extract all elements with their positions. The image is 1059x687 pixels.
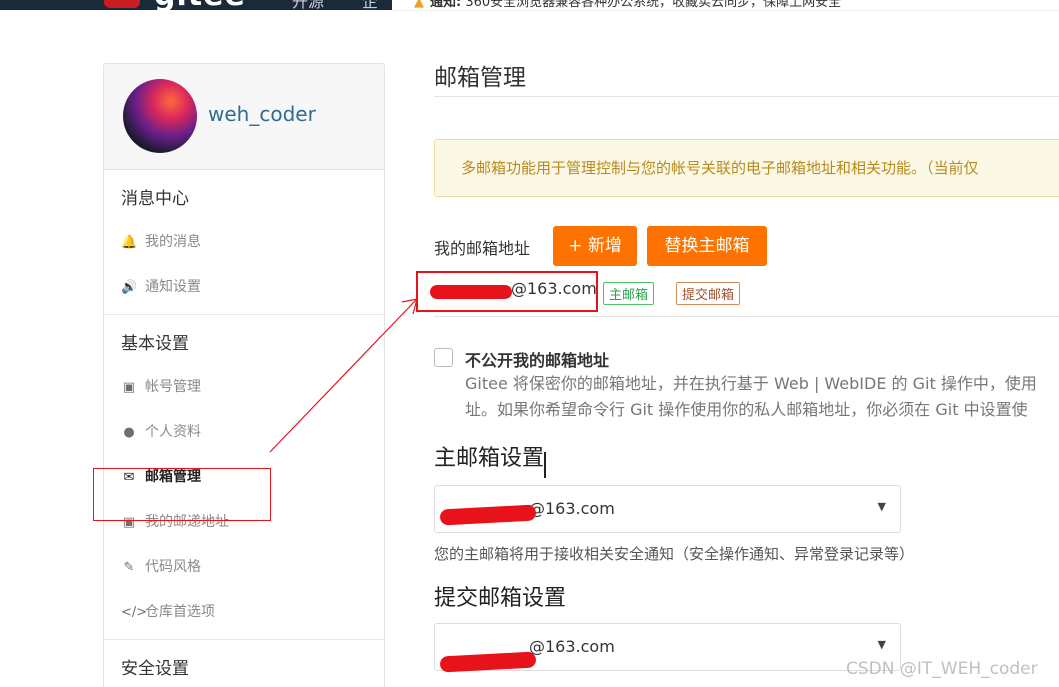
add-email-button[interactable]: + 新增 bbox=[553, 226, 637, 266]
commit-email-badge: 提交邮箱 bbox=[676, 282, 741, 305]
notice-text: 360安全浏览器兼容各种办公系统，收藏实云同步，保障上网安全 bbox=[465, 0, 842, 10]
chevron-down-icon: ▼ bbox=[877, 638, 886, 651]
chevron-down-icon: ▼ bbox=[877, 500, 886, 513]
replace-primary-email-button[interactable]: 替换主邮箱 bbox=[647, 226, 767, 266]
sidebar-item-label: 个人资料 bbox=[145, 424, 201, 440]
notice-label: 通知: bbox=[430, 0, 462, 10]
annotation-arrow-icon bbox=[269, 298, 418, 453]
nav-item-open-source[interactable]: 开源 bbox=[292, 0, 324, 10]
primary-email-value: @163.com bbox=[529, 499, 615, 518]
paintbrush-icon: ✎ bbox=[123, 560, 135, 575]
code-icon: </> bbox=[121, 605, 148, 620]
sidebar-item-label: 仓库首选项 bbox=[145, 604, 215, 620]
text-cursor-icon bbox=[544, 452, 546, 478]
highlight-box-sidebar bbox=[93, 468, 271, 521]
user-icon: ● bbox=[123, 425, 135, 440]
watermark: CSDN @IT_WEH_coder bbox=[846, 659, 1038, 679]
top-bar: gitee 开源 企 ▲ 通知: 360安全浏览器兼容各种办公系统，收藏实云同步，… bbox=[0, 0, 1059, 28]
section-title: 安全设置 bbox=[121, 659, 189, 679]
description-line: Gitee 将保密你的邮箱地址，并在执行基于 Web | WebIDE 的 Gi… bbox=[465, 374, 1037, 393]
divider bbox=[434, 316, 1059, 317]
site-header: gitee 开源 企 bbox=[0, 0, 392, 10]
sidebar-item-label: 帐号管理 bbox=[145, 379, 201, 395]
section-title: 消息中心 bbox=[121, 189, 189, 209]
sidebar-item-label: 我的消息 bbox=[145, 234, 201, 250]
primary-email-badge: 主邮箱 bbox=[603, 282, 655, 305]
section-security-settings: 安全设置 bbox=[104, 640, 384, 687]
page: gitee 开源 企 ▲ 通知: 360安全浏览器兼容各种办公系统，收藏实云同步，… bbox=[0, 0, 1059, 687]
logo-text[interactable]: gitee bbox=[154, 0, 246, 10]
sidebar-item-my-messages[interactable]: 🔔 我的消息 bbox=[104, 220, 384, 265]
page-title: 邮箱管理 bbox=[434, 60, 1059, 97]
private-email-option: 不公开我的邮箱地址 Gitee 将保密你的邮箱地址，并在执行基于 Web | W… bbox=[434, 347, 1059, 431]
description-line: 址。如果你希望命令行 Git 操作使用你的私人邮箱地址，你必须在 Git 中设置… bbox=[465, 400, 1028, 419]
sidebar-item-label: 通知设置 bbox=[145, 279, 201, 295]
username[interactable]: weh_coder bbox=[208, 102, 316, 126]
gitee-logo-icon[interactable] bbox=[104, 0, 140, 8]
sidebar-item-label: 代码风格 bbox=[145, 559, 201, 575]
avatar[interactable] bbox=[123, 79, 197, 153]
private-email-title[interactable]: 不公开我的邮箱地址 bbox=[465, 347, 609, 371]
browser-notice-bar: ▲ 通知: 360安全浏览器兼容各种办公系统，收藏实云同步，保障上网安全 bbox=[392, 0, 1059, 11]
bell-icon: 🔔 bbox=[121, 235, 138, 250]
email-list-label: 我的邮箱地址 bbox=[434, 239, 531, 258]
sidebar-item-code-style[interactable]: ✎ 代码风格 bbox=[104, 545, 384, 590]
warning-icon: ▲ bbox=[414, 0, 424, 10]
primary-email-hint: 您的主邮箱将用于接收相关安全通知（安全操作通知、异常登录记录等） bbox=[434, 545, 915, 563]
primary-email-settings-title: 主邮箱设置 bbox=[434, 446, 545, 471]
nav-item-enterprise[interactable]: 企 bbox=[362, 0, 378, 10]
id-card-icon: ▣ bbox=[122, 380, 136, 395]
commit-email-settings-title: 提交邮箱设置 bbox=[434, 586, 567, 611]
volume-icon: 🔊 bbox=[121, 280, 138, 295]
profile-card: weh_coder bbox=[104, 64, 384, 170]
private-email-description: Gitee 将保密你的邮箱地址，并在执行基于 Web | WebIDE 的 Gi… bbox=[465, 371, 1059, 423]
sidebar-item-repo-preferences[interactable]: </>仓库首选项 bbox=[104, 590, 384, 635]
private-email-checkbox[interactable] bbox=[434, 348, 453, 367]
commit-email-value: @163.com bbox=[529, 637, 615, 656]
main-content: 邮箱管理 多邮箱功能用于管理控制与您的帐号关联的电子邮箱地址和相关功能。（当前仅… bbox=[434, 60, 1059, 671]
info-alert: 多邮箱功能用于管理控制与您的帐号关联的电子邮箱地址和相关功能。（当前仅 bbox=[434, 139, 1059, 197]
highlight-box-email bbox=[416, 271, 598, 312]
email-header-row: 我的邮箱地址 + 新增 替换主邮箱 bbox=[434, 226, 1059, 266]
